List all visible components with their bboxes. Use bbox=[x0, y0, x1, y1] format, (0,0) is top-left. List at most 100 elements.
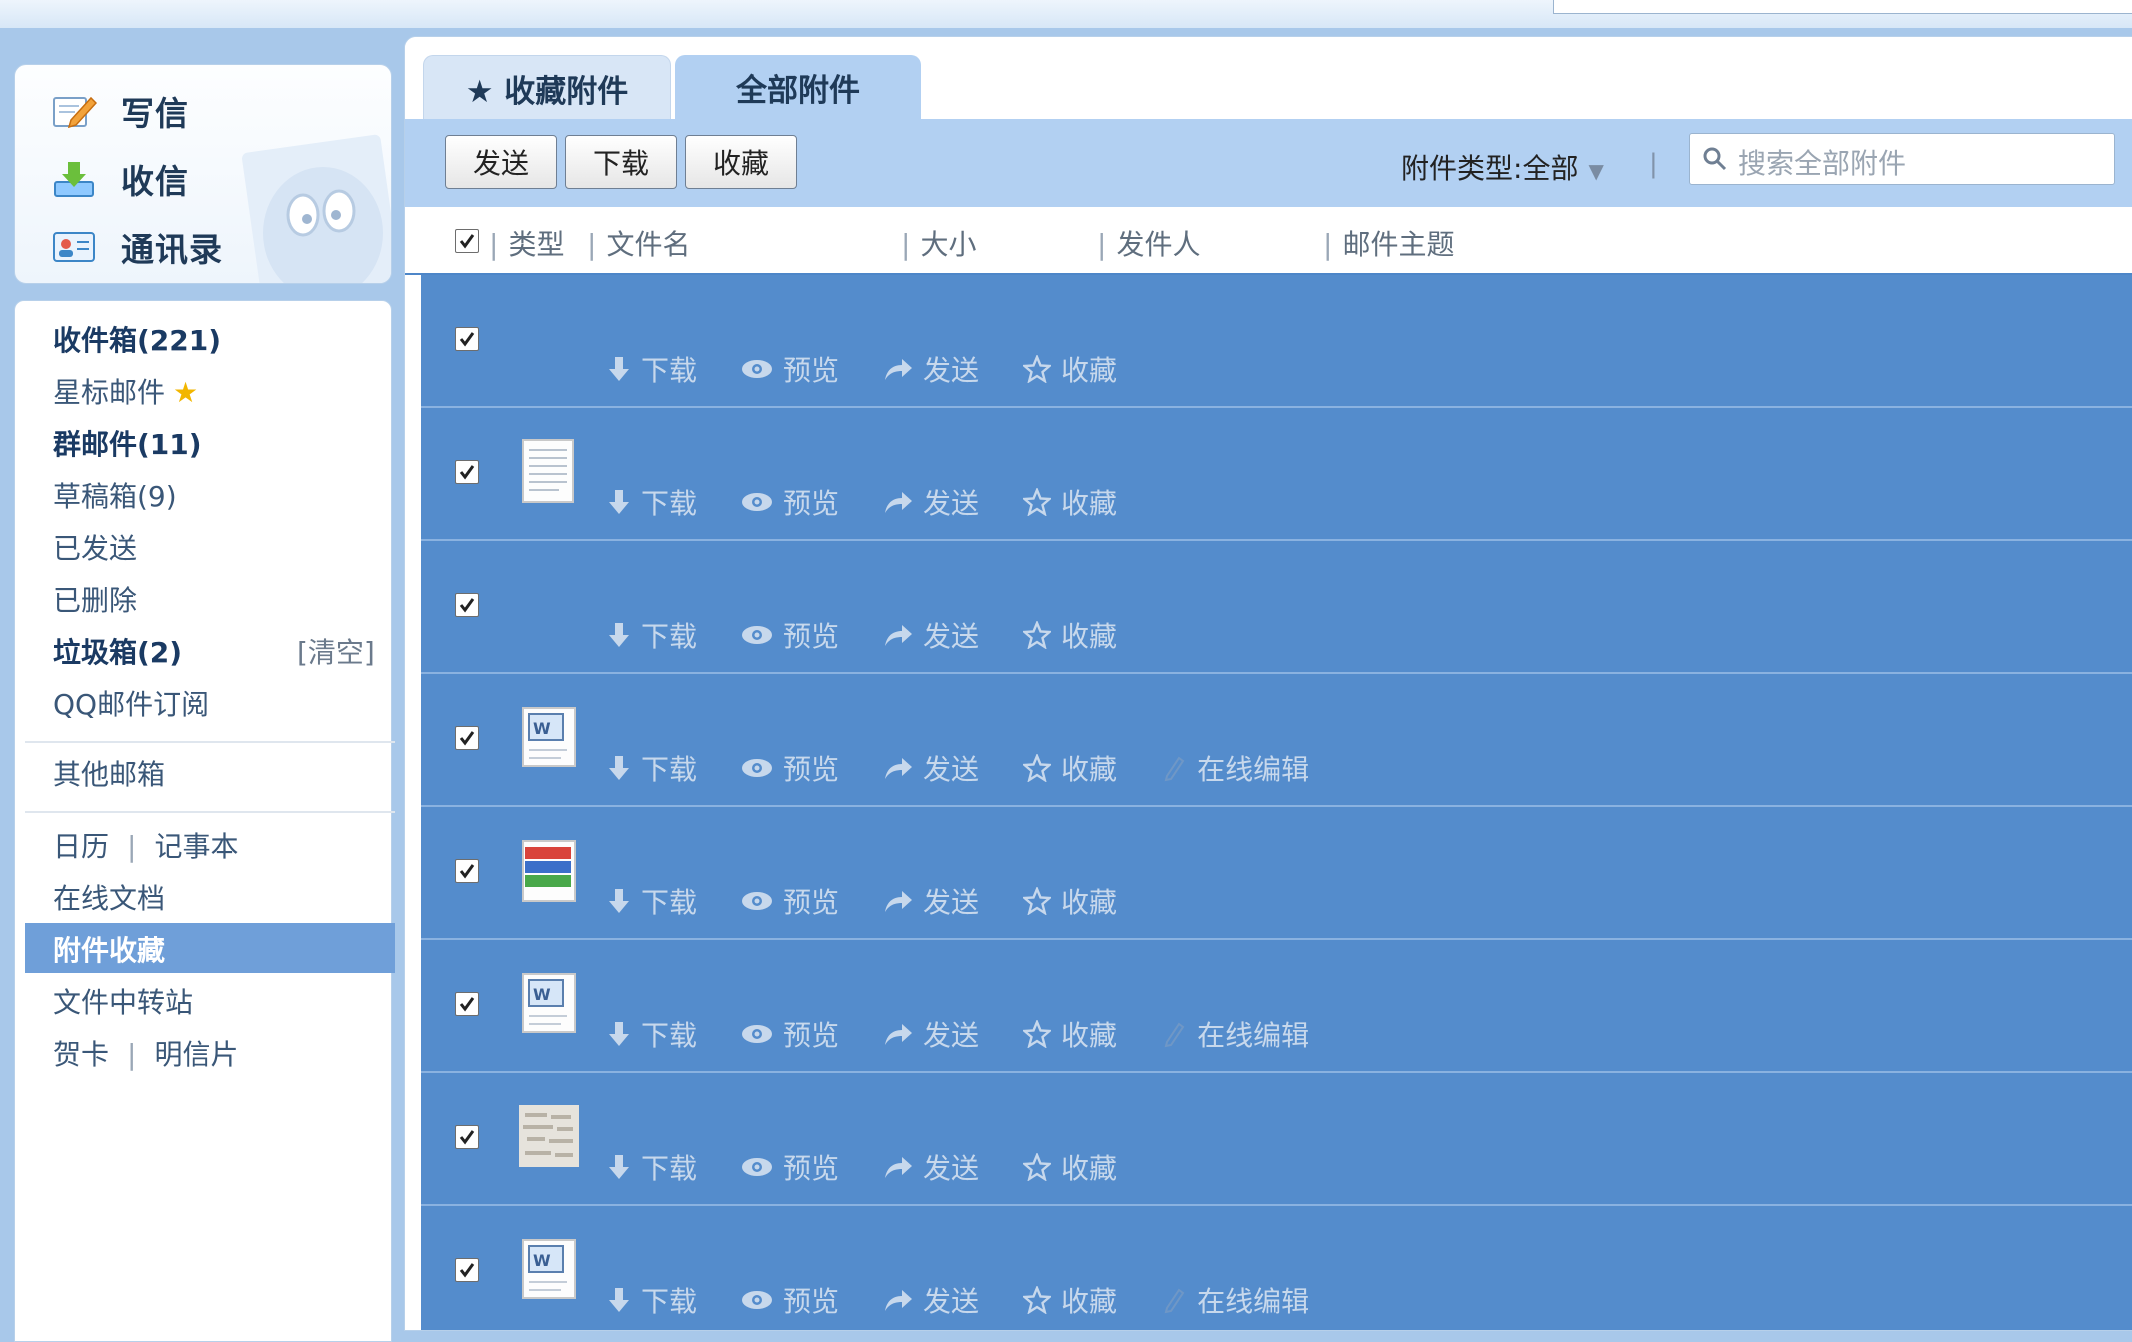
action-favorite[interactable]: 收藏 bbox=[1023, 349, 1117, 389]
action-send[interactable]: 发送 bbox=[883, 881, 979, 921]
folder-other-mailboxes[interactable]: 其他邮箱 bbox=[53, 753, 165, 793]
action-favorite[interactable]: 收藏 bbox=[1023, 615, 1117, 655]
action-download[interactable]: 下载 bbox=[607, 881, 697, 921]
action-favorite[interactable]: 收藏 bbox=[1023, 748, 1117, 788]
action-preview[interactable]: 预览 bbox=[741, 615, 839, 655]
action-download[interactable]: 下载 bbox=[607, 349, 697, 389]
action-download[interactable]: 下载 bbox=[607, 615, 697, 655]
receive-download-icon bbox=[54, 162, 94, 197]
online-docs-link[interactable]: 在线文档 bbox=[53, 877, 165, 917]
attachment-row[interactable]: 下载 预览 发送 收藏 bbox=[421, 408, 2132, 541]
col-size[interactable]: | 大小 bbox=[901, 223, 976, 263]
action-preview[interactable]: 预览 bbox=[741, 881, 839, 921]
row-checkbox[interactable] bbox=[455, 327, 479, 351]
row-checkbox[interactable] bbox=[455, 460, 479, 484]
calendar-link[interactable]: 日历 bbox=[53, 830, 109, 863]
action-favorite[interactable]: 收藏 bbox=[1023, 1147, 1117, 1187]
action-favorite-label: 收藏 bbox=[1061, 886, 1118, 919]
attachment-row[interactable]: W 下载 预览 发送 收藏 在线编辑 bbox=[421, 940, 2132, 1073]
forward-arrow-icon bbox=[885, 1290, 913, 1311]
action-download[interactable]: 下载 bbox=[607, 1014, 697, 1054]
download-button[interactable]: 下载 bbox=[565, 135, 677, 189]
attachment-row[interactable]: 下载 预览 发送 收藏 bbox=[421, 1073, 2132, 1206]
row-checkbox[interactable] bbox=[455, 1125, 479, 1149]
row-actions: 下载 预览 发送 收藏 bbox=[607, 349, 1161, 389]
row-checkbox[interactable] bbox=[455, 859, 479, 883]
action-send[interactable]: 发送 bbox=[883, 748, 979, 788]
action-send[interactable]: 发送 bbox=[883, 1280, 979, 1320]
action-send[interactable]: 发送 bbox=[883, 349, 979, 389]
action-preview[interactable]: 预览 bbox=[741, 748, 839, 788]
star-outline-icon bbox=[1023, 1153, 1052, 1181]
select-all-checkbox[interactable] bbox=[455, 229, 479, 253]
star-outline-icon bbox=[1023, 621, 1052, 649]
top-search-box[interactable] bbox=[1553, 0, 2132, 14]
action-send-label: 发送 bbox=[923, 1019, 980, 1052]
action-preview[interactable]: 预览 bbox=[741, 1280, 839, 1320]
attachment-row[interactable]: 下载 预览 发送 收藏 bbox=[421, 541, 2132, 674]
action-download-label: 下载 bbox=[641, 1285, 698, 1318]
row-actions: 下载 预览 发送 收藏 在线编辑 bbox=[607, 748, 1353, 788]
action-favorite[interactable]: 收藏 bbox=[1023, 1280, 1117, 1320]
attachment-favorites-link[interactable]: 附件收藏 bbox=[53, 929, 165, 969]
action-favorite[interactable]: 收藏 bbox=[1023, 881, 1117, 921]
file-transfer-link[interactable]: 文件中转站 bbox=[53, 981, 193, 1021]
action-send[interactable]: 发送 bbox=[883, 1147, 979, 1187]
clear-spam-link[interactable]: [清空] bbox=[297, 631, 375, 671]
forward-arrow-icon bbox=[885, 492, 913, 513]
folder-inbox[interactable]: 收件箱(221) bbox=[53, 319, 221, 359]
attachment-type-filter[interactable]: 附件类型:全部 ▼ bbox=[1401, 147, 1604, 187]
attachment-row[interactable]: W 下载 预览 发送 收藏 在线编辑 bbox=[421, 1206, 2132, 1330]
attachment-row[interactable]: W 下载 预览 发送 收藏 在线编辑 bbox=[421, 674, 2132, 807]
folder-starred[interactable]: 星标邮件 ★ bbox=[53, 371, 198, 411]
contacts-button[interactable]: 通讯录 bbox=[51, 223, 223, 271]
send-button[interactable]: 发送 bbox=[445, 135, 557, 189]
col-subject[interactable]: | 邮件主题 bbox=[1323, 223, 1454, 263]
attachment-search-input[interactable]: 搜索全部附件 bbox=[1689, 133, 2115, 185]
attachment-row[interactable]: 下载 预览 发送 收藏 bbox=[421, 275, 2132, 408]
action-download[interactable]: 下载 bbox=[607, 748, 697, 788]
folder-drafts[interactable]: 草稿箱(9) bbox=[53, 475, 177, 515]
col-sender[interactable]: | 发件人 bbox=[1097, 223, 1200, 263]
checkmark-icon bbox=[459, 997, 475, 1012]
action-favorite[interactable]: 收藏 bbox=[1023, 1014, 1117, 1054]
col-filename[interactable]: | 文件名 bbox=[587, 223, 690, 263]
favorite-button[interactable]: 收藏 bbox=[685, 135, 797, 189]
col-type[interactable]: | 类型 bbox=[489, 223, 564, 263]
postcard-link[interactable]: 明信片 bbox=[154, 1038, 238, 1071]
checkmark-icon bbox=[459, 1130, 475, 1145]
word-document-icon: W bbox=[517, 702, 581, 774]
action-send[interactable]: 发送 bbox=[883, 482, 979, 522]
action-edit[interactable]: 在线编辑 bbox=[1161, 1280, 1309, 1320]
action-edit[interactable]: 在线编辑 bbox=[1161, 1014, 1309, 1054]
folder-qq-subscribe[interactable]: QQ邮件订阅 bbox=[53, 683, 209, 723]
action-send[interactable]: 发送 bbox=[883, 1014, 979, 1054]
folder-sent[interactable]: 已发送 bbox=[53, 527, 137, 567]
action-preview[interactable]: 预览 bbox=[741, 1147, 839, 1187]
action-preview[interactable]: 预览 bbox=[741, 349, 839, 389]
receive-button[interactable]: 收信 bbox=[51, 155, 189, 203]
action-preview[interactable]: 预览 bbox=[741, 482, 839, 522]
action-favorite[interactable]: 收藏 bbox=[1023, 482, 1117, 522]
action-send[interactable]: 发送 bbox=[883, 615, 979, 655]
row-checkbox[interactable] bbox=[455, 593, 479, 617]
notes-link[interactable]: 记事本 bbox=[154, 830, 238, 863]
download-arrow-icon bbox=[609, 1155, 629, 1179]
greeting-card-link[interactable]: 贺卡 bbox=[53, 1038, 109, 1071]
tab-all-attachments[interactable]: 全部附件 bbox=[675, 55, 921, 119]
folder-group[interactable]: 群邮件(11) bbox=[53, 423, 202, 463]
attachment-row[interactable]: 下载 预览 发送 收藏 bbox=[421, 807, 2132, 940]
action-download[interactable]: 下载 bbox=[607, 1280, 697, 1320]
action-edit[interactable]: 在线编辑 bbox=[1161, 748, 1309, 788]
row-checkbox[interactable] bbox=[455, 1258, 479, 1282]
action-preview[interactable]: 预览 bbox=[741, 1014, 839, 1054]
action-download[interactable]: 下载 bbox=[607, 1147, 697, 1187]
folder-spam[interactable]: 垃圾箱(2) bbox=[53, 631, 182, 671]
action-download[interactable]: 下载 bbox=[607, 482, 697, 522]
folder-deleted[interactable]: 已删除 bbox=[53, 579, 137, 619]
row-checkbox[interactable] bbox=[455, 726, 479, 750]
row-checkbox[interactable] bbox=[455, 992, 479, 1016]
tab-favorite-attachments[interactable]: ★ 收藏附件 bbox=[423, 55, 671, 120]
action-send-label: 发送 bbox=[923, 354, 980, 387]
compose-button[interactable]: 写信 bbox=[51, 87, 189, 135]
